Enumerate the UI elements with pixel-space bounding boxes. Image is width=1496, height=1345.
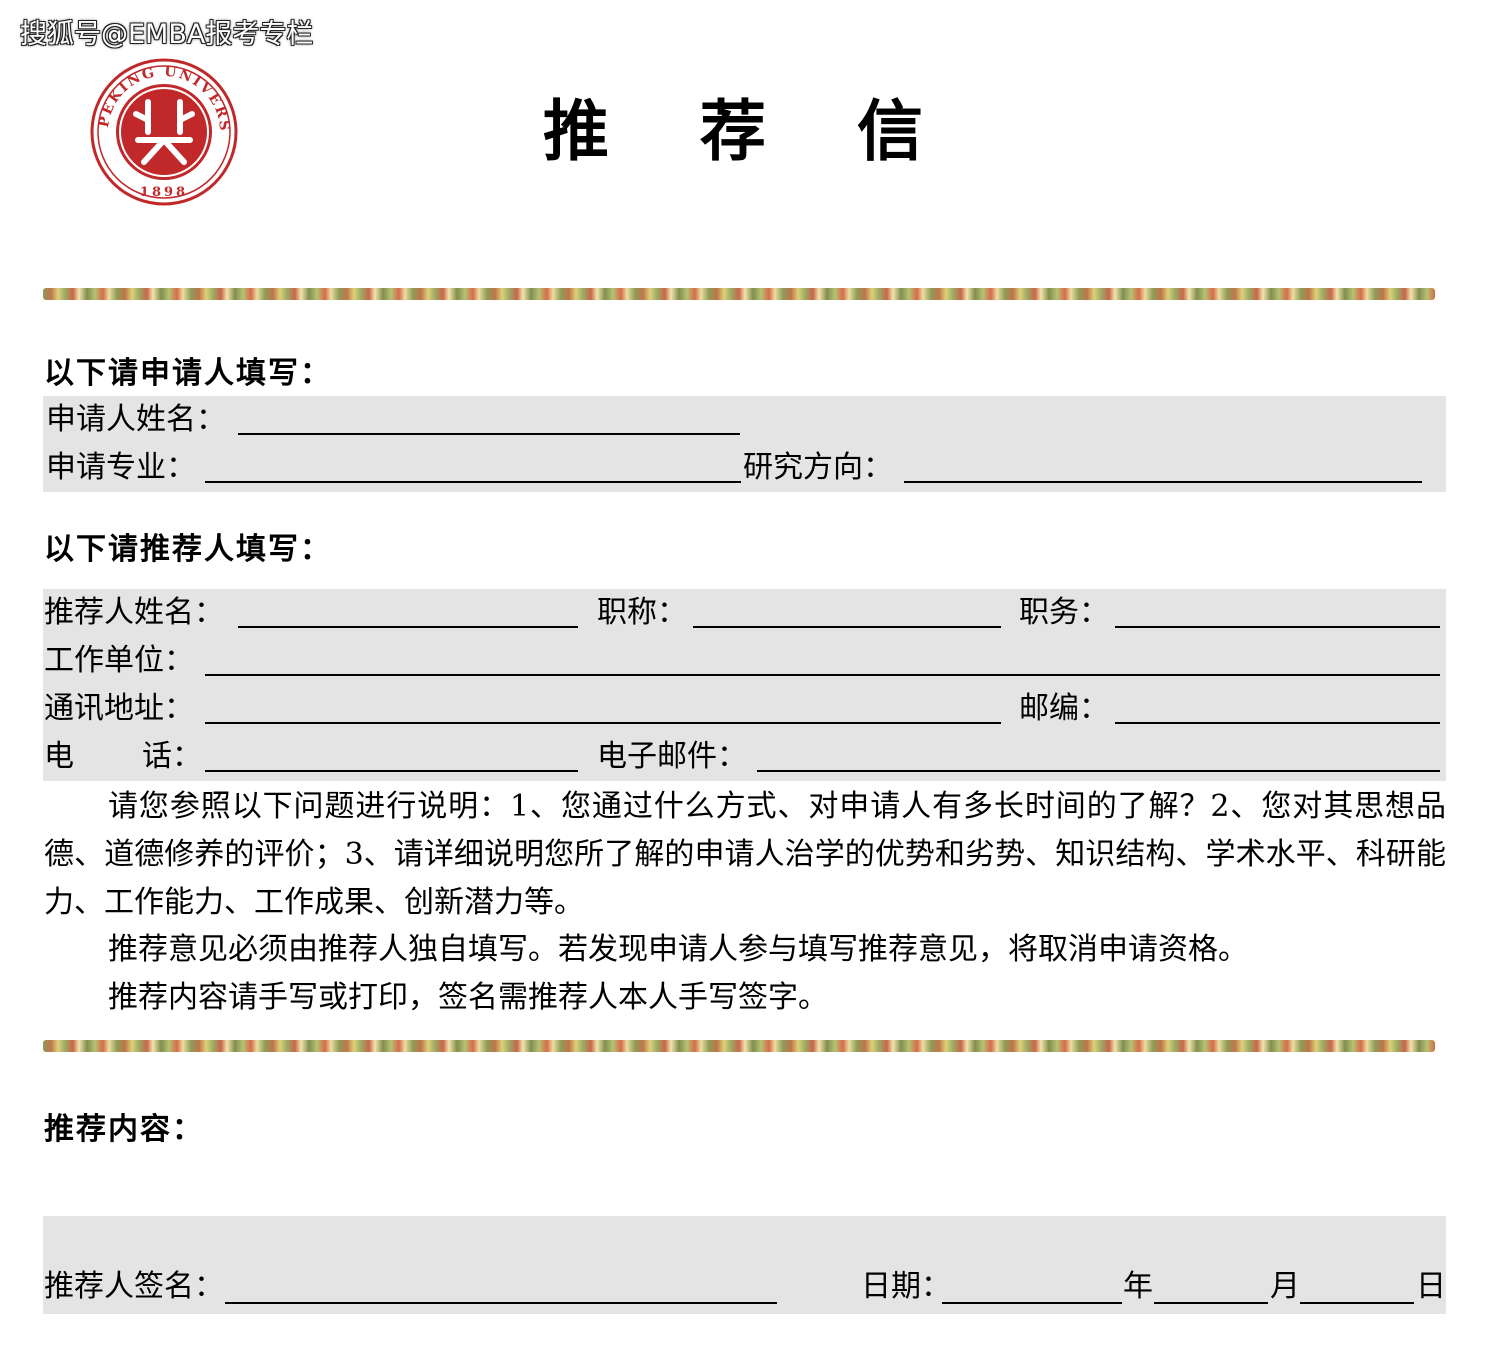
seal-year: 1898 <box>140 185 188 200</box>
professional-title-field[interactable] <box>693 626 1001 628</box>
address-field[interactable] <box>205 722 1001 724</box>
content-section-heading: 推荐内容： <box>44 1112 204 1147</box>
page-title: 推 荐 信 <box>543 93 957 170</box>
employer-label: 工作单位： <box>44 643 194 678</box>
recommender-section-heading: 以下请推荐人填写： <box>44 532 332 567</box>
date-month-field[interactable] <box>1154 1302 1268 1304</box>
phone-label-part1: 电 <box>44 739 74 774</box>
postcode-field[interactable] <box>1115 722 1440 724</box>
position-field[interactable] <box>1115 626 1440 628</box>
position-label: 职务： <box>1019 595 1109 630</box>
watermark-text: 搜狐号@EMBA报考专栏 <box>20 19 314 50</box>
decorative-divider-bottom <box>43 1040 1435 1052</box>
date-label: 日期： <box>861 1269 951 1304</box>
date-year-field[interactable] <box>942 1302 1122 1304</box>
signature-label: 推荐人签名： <box>44 1269 224 1304</box>
signature-field[interactable] <box>225 1302 777 1304</box>
year-label: 年 <box>1123 1269 1153 1304</box>
research-direction-field[interactable] <box>904 481 1422 483</box>
professional-title-label: 职称： <box>597 595 687 630</box>
employer-field[interactable] <box>205 674 1440 676</box>
decorative-divider-top <box>43 288 1435 300</box>
recommendation-content-area[interactable] <box>44 1160 1446 1210</box>
recommender-name-field[interactable] <box>238 626 578 628</box>
address-label: 通讯地址： <box>44 691 194 726</box>
applicant-section-heading: 以下请申请人填写： <box>44 356 332 391</box>
research-direction-label: 研究方向： <box>743 450 893 485</box>
date-day-field[interactable] <box>1300 1302 1414 1304</box>
signature-area <box>43 1216 1446 1314</box>
applicant-major-field[interactable] <box>205 481 741 483</box>
recommender-name-label: 推荐人姓名： <box>44 595 224 630</box>
instructions-paragraph-2: 推荐意见必须由推荐人独自填写。若发现申请人参与填写推荐意见，将取消申请资格。 <box>108 932 1248 967</box>
day-label: 日 <box>1416 1269 1446 1304</box>
instructions-paragraph-3: 推荐内容请手写或打印，签名需推荐人本人手写签字。 <box>108 980 828 1015</box>
instructions-paragraph-1: 请您参照以下问题进行说明：1、您通过什么方式、对申请人有多长时间的了解？2、您对… <box>44 789 1446 920</box>
month-label: 月 <box>1270 1269 1300 1304</box>
university-seal-logo: PEKING UNIVERSITY 1898 <box>88 58 238 206</box>
phone-field[interactable] <box>205 770 578 772</box>
applicant-major-label: 申请专业： <box>46 450 196 485</box>
email-field[interactable] <box>757 770 1440 772</box>
email-label: 电子邮件： <box>597 739 747 774</box>
postcode-label: 邮编： <box>1019 691 1109 726</box>
phone-label-part2: 话： <box>142 739 202 774</box>
applicant-name-label: 申请人姓名： <box>46 402 226 437</box>
applicant-name-field[interactable] <box>238 433 740 435</box>
